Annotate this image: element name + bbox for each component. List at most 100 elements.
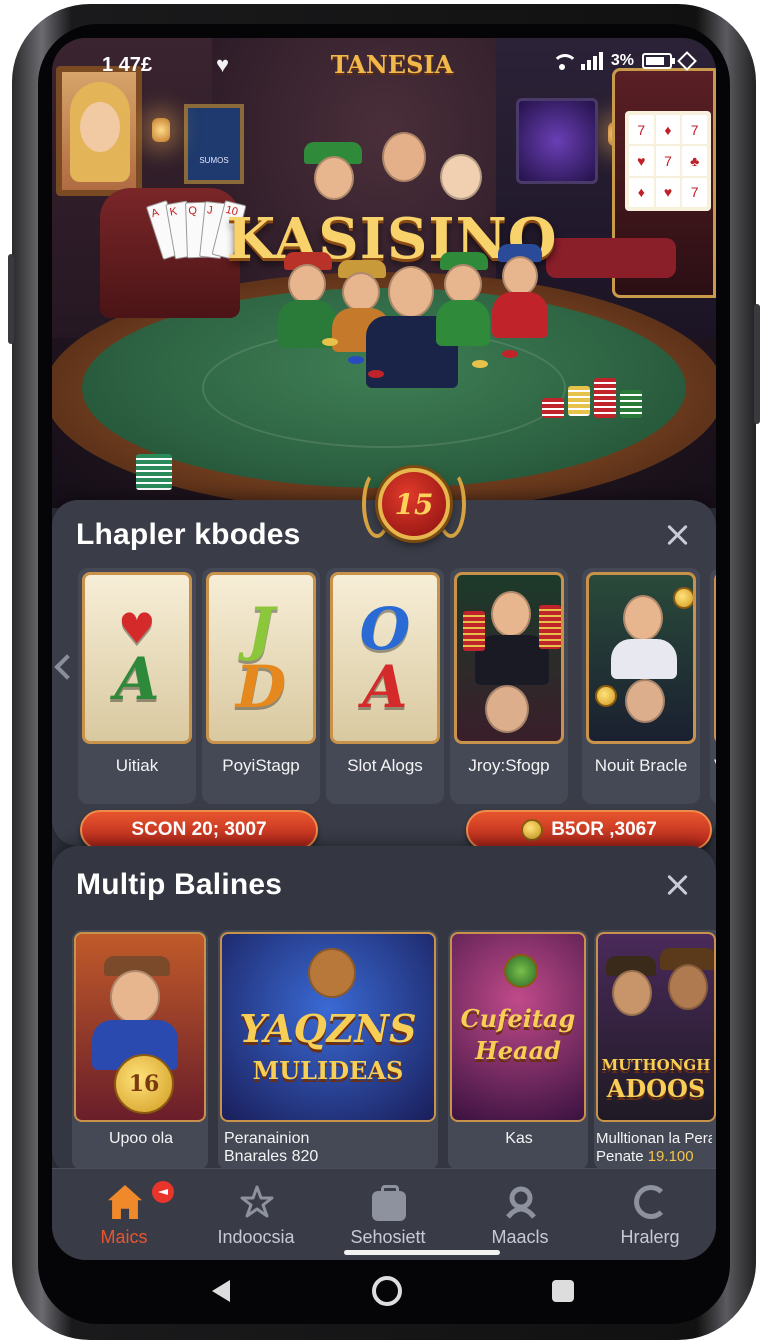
close-icon[interactable] (664, 522, 690, 548)
nav-item-history[interactable]: Hralerg (584, 1169, 716, 1260)
section-title: Lhapler kbodes (76, 518, 301, 551)
game-thumbnail (714, 572, 716, 744)
volume-button (8, 254, 14, 344)
character-face (342, 272, 380, 312)
chip (348, 356, 364, 364)
diamond-icon (677, 51, 697, 71)
character-face (388, 266, 434, 318)
game-label: Jroy:Sfogp (468, 756, 550, 775)
chip (322, 338, 338, 346)
nav-item-home[interactable]: Maics (58, 1169, 190, 1260)
character-body (492, 292, 548, 338)
game-thumbnail: O A (330, 572, 440, 744)
character-face (288, 264, 326, 304)
status-brand: TANESIA (330, 50, 454, 79)
chip-stack (620, 390, 642, 418)
system-nav-bar (38, 1260, 730, 1324)
chip-stack (542, 398, 564, 418)
nav-label: Maacls (491, 1227, 549, 1247)
signal-icon (580, 52, 603, 70)
game-thumbnail: ♥ A (82, 572, 192, 744)
chip (472, 360, 488, 368)
letter-symbol: A (114, 645, 160, 713)
game-label: Nouit Bracle (594, 756, 688, 775)
wall-sign: SUMOS (184, 104, 244, 184)
game-thumbnail: MUTHONGH ADOOS (596, 932, 716, 1122)
game-thumbnail: Cufeitag Heaad (450, 932, 586, 1122)
chip (502, 350, 518, 358)
game-label: Uitiak (115, 756, 159, 775)
nav-item-favorites[interactable]: Indoocsia (190, 1169, 322, 1260)
app-screen: SUMOS 7 ♦ 7 ♥ 7 ♣ ♦ ♥ 7 A K Q J 10 KASIS… (52, 38, 716, 1260)
letter-symbol: D (235, 653, 287, 721)
bag-icon (372, 1185, 406, 1221)
game-tile[interactable]: MUTHONGH ADOOS Mulltionan la Perasic Pen… (594, 930, 716, 1170)
tile-label: Kas (505, 1130, 533, 1147)
coin-icon (521, 819, 544, 841)
tile-art-subtitle: MULIDEAS (252, 1056, 404, 1085)
person-icon (506, 1186, 536, 1219)
game-card[interactable]: ♥ A Uitiak (78, 568, 196, 804)
chip-stack (594, 378, 616, 418)
tile-label: Peranainion Bnarales 820 (224, 1130, 319, 1165)
status-time: 1 47£ (102, 54, 153, 76)
game-tile[interactable]: Cufeitag Heaad Kas (448, 930, 588, 1170)
couch (546, 238, 676, 278)
nav-item-profile[interactable]: Maacls (454, 1169, 586, 1260)
game-thumbnail (454, 572, 564, 744)
tile-label: Mulltionan la Perasic Penate 19.100 (596, 1130, 712, 1165)
game-tile[interactable]: YAQZNS MULIDEAS Peranainion Bnarales 820 (218, 930, 438, 1170)
home-icon (108, 1185, 142, 1219)
back-icon[interactable] (212, 1280, 230, 1302)
star-icon (240, 1185, 274, 1218)
tile-art-title: YAQZNS (239, 1006, 417, 1051)
game-card[interactable]: V (710, 568, 716, 804)
home-button-icon[interactable] (372, 1276, 402, 1306)
nav-label: Sehosiett (350, 1227, 426, 1247)
status-icons: 3% (551, 51, 697, 71)
game-label: PoyiStagp (222, 756, 300, 775)
recents-icon[interactable] (552, 1280, 574, 1302)
chip-stack (136, 454, 172, 490)
tile-label: Upoo ola (108, 1130, 174, 1147)
battery-text: 3% (610, 52, 634, 69)
character-face (382, 132, 426, 182)
heart-symbol: ♥ (118, 604, 156, 653)
tile-art-subtitle: ADOOS (606, 1074, 706, 1103)
game-label: Slot Alogs (347, 756, 423, 775)
nav-label: Indoocsia (217, 1227, 295, 1247)
notification-badge (150, 1179, 176, 1205)
heart-icon: ♥ (216, 52, 230, 77)
tile-art-title: Cufeitag (460, 1004, 576, 1033)
game-thumbnail: 16 (74, 932, 206, 1122)
tile-art-title: MUTHONGH (601, 1056, 711, 1074)
game-tile[interactable]: 16 Upoo ola (72, 930, 208, 1170)
hero-banner[interactable]: SUMOS 7 ♦ 7 ♥ 7 ♣ ♦ ♥ 7 A K Q J 10 KASIS… (52, 38, 716, 508)
promo-button-right[interactable]: B5OR ,3067 (466, 810, 712, 850)
phone-frame: SUMOS 7 ♦ 7 ♥ 7 ♣ ♦ ♥ 7 A K Q J 10 KASIS… (8, 4, 760, 1340)
nav-item-shop[interactable]: Sehosiett (322, 1169, 454, 1260)
game-card[interactable]: Nouit Bracle (582, 568, 700, 804)
game-card[interactable]: O A Slot Alogs (326, 568, 444, 804)
lamp-left (152, 118, 170, 142)
character-face (502, 256, 538, 296)
game-card[interactable]: Jroy:Sfogp (450, 568, 568, 804)
neon-screen (516, 98, 598, 184)
game-card[interactable]: J D PoyiStagp (202, 568, 320, 804)
wifi-icon (551, 52, 578, 70)
letter-symbol: J (247, 595, 275, 663)
home-indicator[interactable] (344, 1250, 500, 1255)
character-face (444, 264, 482, 304)
game-thumbnail: YAQZNS MULIDEAS (220, 932, 436, 1122)
section-title: Multip Balines (76, 868, 283, 901)
character-body (436, 300, 490, 346)
battery-icon (642, 53, 675, 69)
close-icon[interactable] (664, 872, 690, 898)
chip (368, 370, 384, 378)
game-thumbnail: J D (206, 572, 316, 744)
game-thumbnail (586, 572, 696, 744)
chip-stack (568, 386, 590, 416)
promo-button-left[interactable]: SCON 20; 3007 (80, 810, 318, 850)
level-badge[interactable]: 15 (378, 468, 450, 540)
nav-label: Maics (100, 1227, 148, 1247)
